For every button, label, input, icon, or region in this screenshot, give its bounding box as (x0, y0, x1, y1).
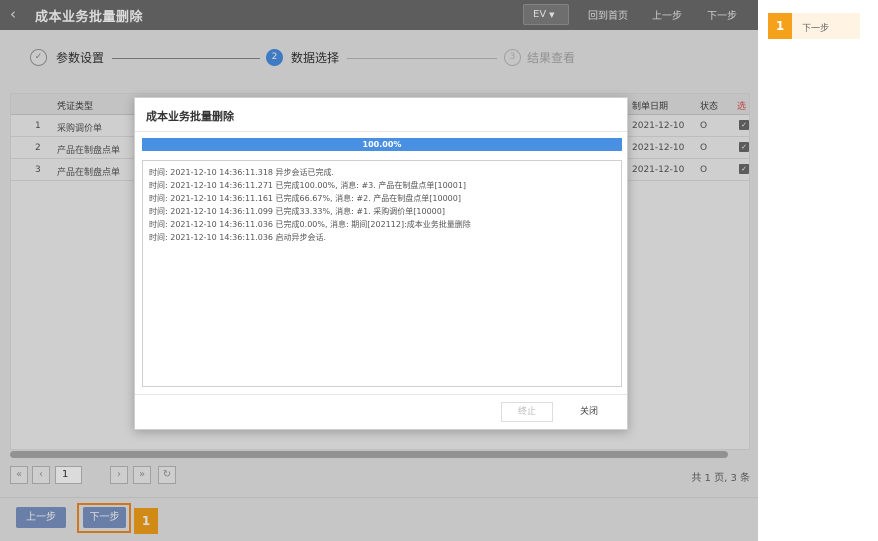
log-line: 时间: 2021-12-10 14:36:11.036 已完成0.00%, 消息… (149, 220, 471, 229)
progress-bar: 100.00% (142, 138, 622, 151)
annotation-text: 下一步 (802, 24, 830, 34)
divider (135, 394, 627, 395)
close-button[interactable]: 关闭 (569, 402, 609, 422)
log-line: 时间: 2021-12-10 14:36:11.271 已完成100.00%, … (149, 181, 467, 190)
annotation-badge: 1 (768, 13, 792, 39)
stop-button[interactable]: 终止 (501, 402, 553, 422)
annotation-panel: 1 下一步 (768, 13, 860, 39)
log-line: 时间: 2021-12-10 14:36:11.099 已完成33.33%, 消… (149, 207, 445, 216)
log-line: 时间: 2021-12-10 14:36:11.036 启动异步会话. (149, 233, 327, 242)
divider (135, 131, 627, 132)
dialog-title: 成本业务批量删除 (146, 110, 234, 123)
log-textarea[interactable]: 时间: 2021-12-10 14:36:11.318 异步会话已完成. 时间:… (142, 160, 622, 387)
progress-text: 100.00% (362, 140, 402, 149)
batch-delete-dialog: 成本业务批量删除 100.00% 时间: 2021-12-10 14:36:11… (134, 97, 628, 430)
log-line: 时间: 2021-12-10 14:36:11.161 已完成66.67%, 消… (149, 194, 461, 203)
app-window: ‹ 成本业务批量删除 EV ▼ 回到首页 上一步 下一步 ✓ 参数设置 2 数据选… (0, 0, 758, 541)
log-line: 时间: 2021-12-10 14:36:11.318 异步会话已完成. (149, 168, 335, 177)
